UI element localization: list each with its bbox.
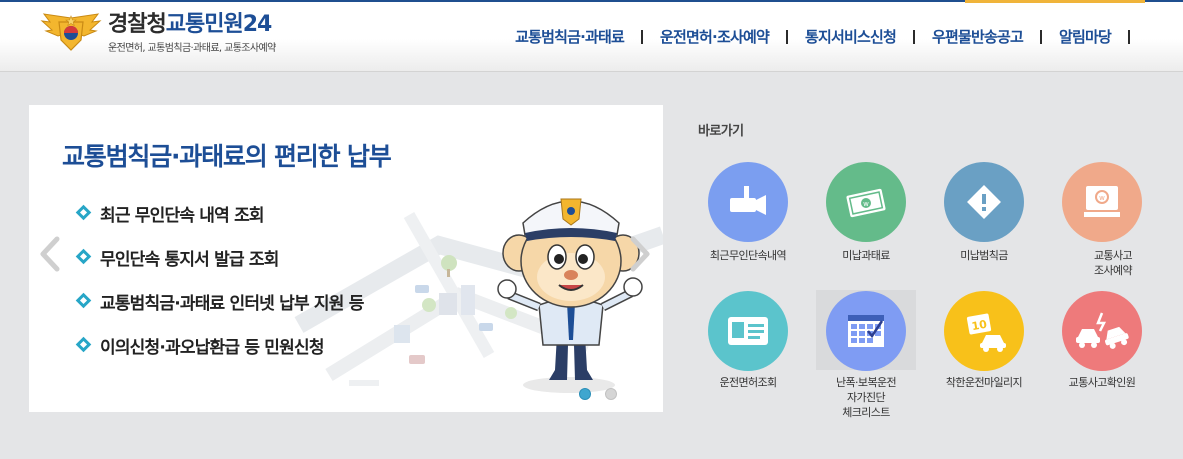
site-logo[interactable]: 경찰청교통민원24 운전면허, 교통범칙금·과태료, 교통조사예약 — [40, 12, 276, 54]
nav-divider — [785, 29, 788, 44]
quicklink-label: 교통사고 조사예약 — [1093, 249, 1133, 277]
quicklink-unpaid-fine[interactable]: w 미납과태료 — [807, 162, 925, 292]
quicklink-label: 미납과태료 — [842, 249, 890, 262]
quicklink-safe-driving-mileage[interactable]: 10 착한운전마일리지 — [925, 291, 1043, 421]
money-icon: w — [826, 162, 906, 242]
calendar-check-icon — [826, 291, 906, 371]
logo-subtitle: 운전면허, 교통범칙금·과태료, 교통조사예약 — [108, 43, 276, 54]
logo-title-accent: 교통민원24 — [165, 12, 273, 37]
quicklink-label: 난폭·보복운전 자가진단 체크리스트 — [835, 376, 897, 419]
nav-returned-mail[interactable]: 우편물반송공고 — [932, 26, 1024, 47]
police-emblem-icon — [40, 13, 102, 51]
car-crash-icon — [1062, 291, 1142, 371]
logo-title-main: 경찰청 — [108, 12, 167, 37]
slider-dot-active[interactable] — [579, 388, 591, 400]
diamond-bullet-icon — [77, 338, 92, 353]
quicklink-accident-reservation[interactable]: w 교통사고 조사예약 — [1043, 162, 1161, 292]
quicklink-label: 최근무인단속내역 — [709, 249, 787, 262]
slider-prev-arrow-icon[interactable] — [39, 236, 61, 272]
quicklink-license-check[interactable]: 운전면허조회 — [689, 291, 807, 421]
nav-divider — [912, 29, 915, 44]
quicklink-label: 교통사고확인원 — [1068, 376, 1136, 389]
slider-dot[interactable] — [605, 388, 617, 400]
diamond-bullet-icon — [77, 250, 92, 265]
warning-diamond-icon — [944, 162, 1024, 242]
svg-text:10: 10 — [971, 318, 989, 334]
svg-text:w: w — [1099, 194, 1105, 202]
nav-license[interactable]: 운전면허·조사예약 — [660, 26, 770, 47]
quicklink-label: 착한운전마일리지 — [945, 376, 1023, 389]
nav-notice[interactable]: 알림마당 — [1059, 26, 1112, 47]
list-item: 교통범칙금·과태료 인터넷 납부 지원 등 — [77, 279, 364, 323]
monitor-icon: w — [1062, 162, 1142, 242]
slider-next-arrow-icon[interactable] — [629, 236, 651, 272]
nav-divider — [1039, 29, 1042, 44]
quicklinks-title: 바로가기 — [698, 124, 744, 139]
main-nav: 교통범칙금·과태료 운전면허·조사예약 통지서비스신청 우편물반송공고 알림마당 — [515, 26, 1147, 47]
list-item-text: 무인단속 통지서 발급 조회 — [100, 249, 279, 270]
list-item-text: 교통범칙금·과태료 인터넷 납부 지원 등 — [100, 293, 364, 314]
quicklink-aggressive-driving-checklist[interactable]: 난폭·보복운전 자가진단 체크리스트 — [807, 291, 925, 421]
slider-pagination — [579, 388, 631, 400]
list-item: 무인단속 통지서 발급 조회 — [77, 235, 364, 279]
svg-text:w: w — [863, 200, 869, 208]
mileage-car-icon: 10 — [944, 291, 1024, 371]
banner-slider: 교통범칙금·과태료의 편리한 납부 최근 무인단속 내역 조회 무인단속 통지서… — [29, 105, 663, 412]
diamond-bullet-icon — [77, 294, 92, 309]
banner-title: 교통범칙금·과태료의 편리한 납부 — [62, 142, 392, 171]
diamond-bullet-icon — [77, 206, 92, 221]
quicklink-accident-certificate[interactable]: 교통사고확인원 — [1043, 291, 1161, 421]
license-card-icon — [708, 291, 788, 371]
site-header: 경찰청교통민원24 운전면허, 교통범칙금·과태료, 교통조사예약 교통범칙금·… — [0, 0, 1183, 72]
quicklink-unpaid-penalty[interactable]: 미납범칙금 — [925, 162, 1043, 292]
banner-feature-list: 최근 무인단속 내역 조회 무인단속 통지서 발급 조회 교통범칙금·과태료 인… — [77, 191, 364, 367]
list-item-text: 최근 무인단속 내역 조회 — [100, 205, 265, 226]
list-item: 이의신청·과오납환급 등 민원신청 — [77, 323, 364, 367]
nav-fines[interactable]: 교통범칙금·과태료 — [515, 26, 625, 47]
quicklink-label: 운전면허조회 — [719, 376, 777, 389]
nav-notification[interactable]: 통지서비스신청 — [805, 26, 897, 47]
nav-divider — [1128, 29, 1130, 44]
header-top-accent — [965, 0, 1145, 3]
quicklink-recent-enforcement[interactable]: 최근무인단속내역 — [689, 162, 807, 292]
list-item-text: 이의신청·과오납환급 등 민원신청 — [100, 337, 324, 358]
quicklink-label: 미납범칙금 — [960, 249, 1008, 262]
list-item: 최근 무인단속 내역 조회 — [77, 191, 364, 235]
nav-divider — [641, 29, 644, 44]
camera-icon — [708, 162, 788, 242]
logo-title: 경찰청교통민원24 — [108, 12, 276, 38]
